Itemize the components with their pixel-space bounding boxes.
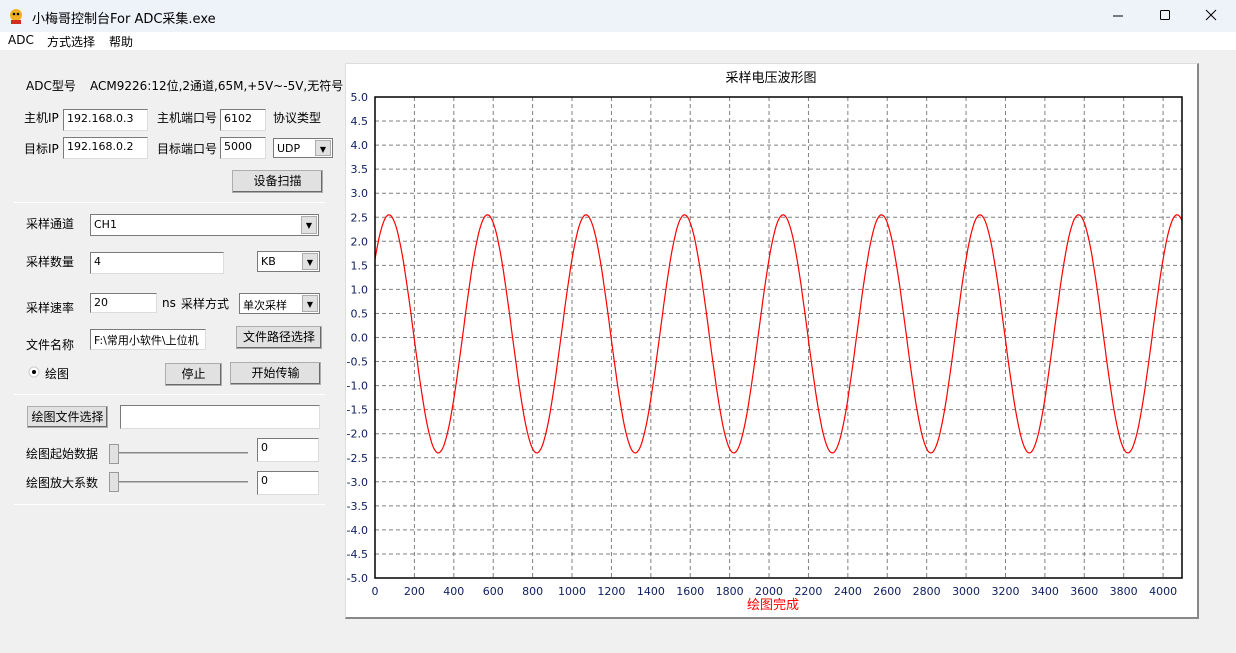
x-tick-label: 800 — [522, 585, 543, 598]
x-tick-label: 2400 — [834, 585, 862, 598]
y-tick-label: 1.0 — [351, 283, 369, 296]
y-tick-label: -3.0 — [347, 476, 368, 489]
y-tick-label: 0.5 — [351, 307, 369, 320]
x-tick-label: 200 — [404, 585, 425, 598]
y-tick-label: 4.0 — [351, 139, 369, 152]
status-text: 绘图完成 — [747, 598, 800, 613]
y-tick-label: -0.5 — [347, 356, 368, 369]
y-tick-label: 4.5 — [351, 115, 369, 128]
x-tick-label: 4000 — [1149, 585, 1177, 598]
y-tick-label: 3.0 — [351, 187, 369, 200]
x-tick-label: 1200 — [597, 585, 625, 598]
y-tick-label: -4.5 — [347, 548, 368, 561]
x-tick-label: 3200 — [991, 585, 1019, 598]
series-line — [374, 214, 1183, 454]
x-tick-label: 3800 — [1110, 585, 1138, 598]
x-tick-label: 3000 — [952, 585, 980, 598]
x-tick-label: 1600 — [676, 585, 704, 598]
y-tick-label: -1.5 — [347, 404, 368, 417]
y-tick-label: -3.5 — [347, 500, 368, 513]
y-tick-label: 2.5 — [351, 211, 369, 224]
y-tick-label: 5.0 — [351, 91, 369, 104]
y-tick-label: 0.0 — [351, 332, 369, 345]
x-tick-label: 1400 — [637, 585, 665, 598]
chart-title: 采样电压波形图 — [725, 71, 816, 86]
x-tick-label: 1000 — [558, 585, 586, 598]
voltage-waveform-chart: 采样电压波形图 0 200 400 600 800 1000 1200 1400 1600 180… — [347, 71, 1183, 598]
y-tick-label: 1.5 — [351, 259, 369, 272]
y-tick-label: -5.0 — [347, 572, 368, 585]
x-tick-label: 400 — [443, 585, 464, 598]
x-tick-label: 0 — [372, 585, 379, 598]
y-tick-label: -1.0 — [347, 380, 368, 393]
y-tick-label: 2.0 — [351, 235, 369, 248]
y-tick-label: -2.5 — [347, 452, 368, 465]
y-tick-label: -4.0 — [347, 524, 368, 537]
x-tick-label: 600 — [483, 585, 504, 598]
y-tick-label: -2.0 — [347, 428, 368, 441]
x-tick-label: 3400 — [1031, 585, 1059, 598]
x-tick-label: 3600 — [1070, 585, 1098, 598]
y-tick-label: 3.5 — [351, 163, 369, 176]
x-tick-label: 2600 — [873, 585, 901, 598]
x-tick-label: 1800 — [716, 585, 744, 598]
x-tick-label: 2800 — [913, 585, 941, 598]
